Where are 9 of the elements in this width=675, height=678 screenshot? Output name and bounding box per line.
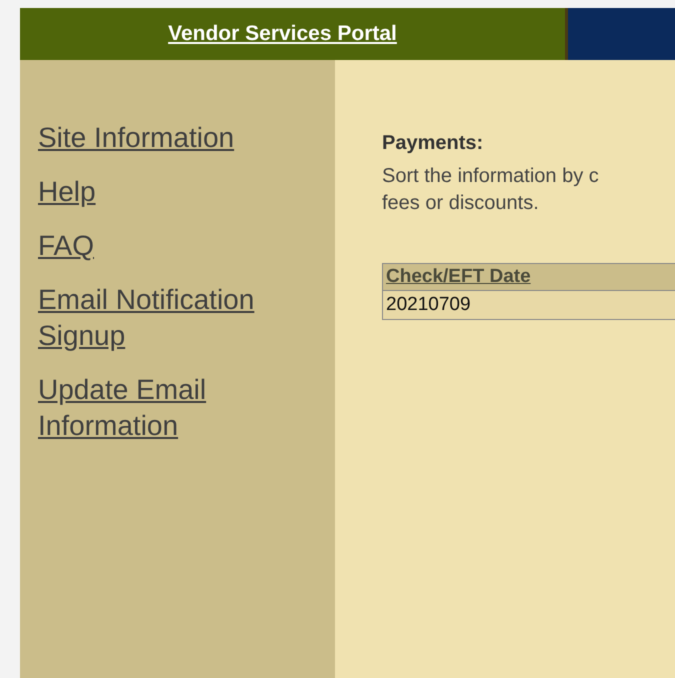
description-text: Sort the information by c fees or discounts. (382, 164, 600, 216)
section-heading: Payments: (382, 132, 484, 155)
sidebar-link[interactable]: Update Email Information (38, 372, 317, 444)
sidebar-link[interactable]: Help (38, 174, 317, 210)
portal-title-link[interactable]: Vendor Services Portal (168, 22, 397, 46)
table-cell: 20210709 (382, 290, 675, 320)
sidebar-link[interactable]: FAQ (38, 228, 317, 264)
sidebar-link[interactable]: Site Information (38, 120, 317, 156)
sidebar-link[interactable]: Email Notification Signup (38, 282, 317, 354)
